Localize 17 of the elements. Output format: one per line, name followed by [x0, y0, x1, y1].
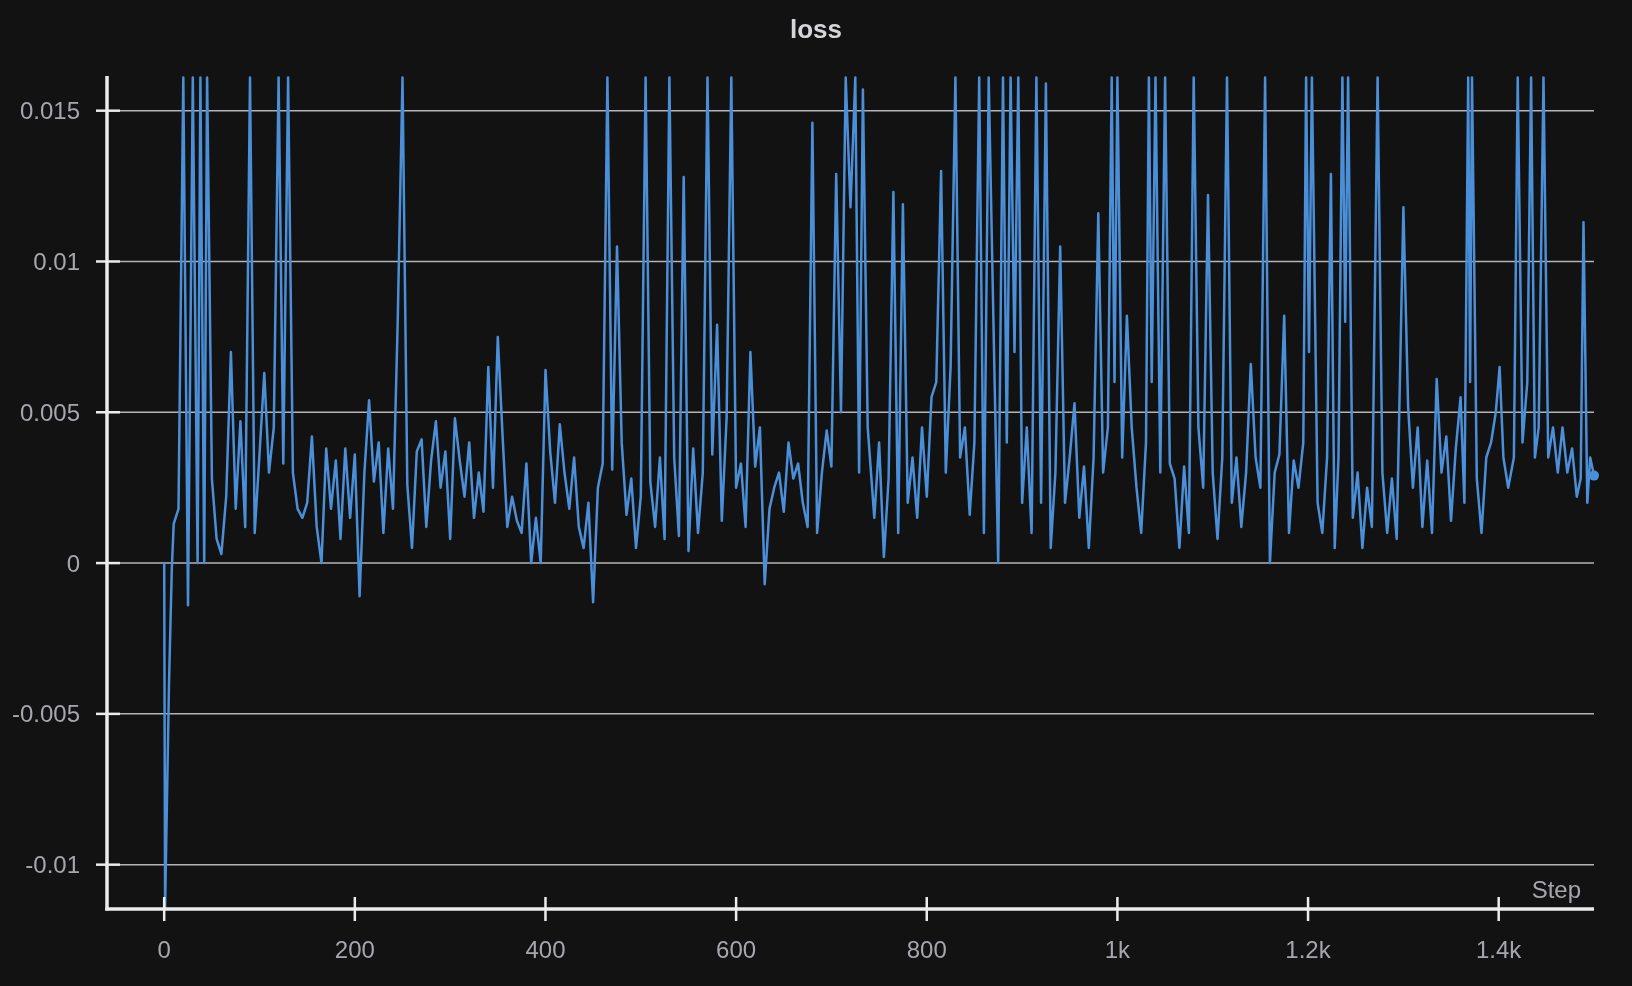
y-tick-label: 0 — [66, 549, 80, 577]
x-tick-label: 800 — [906, 936, 947, 963]
y-tick-label: 0.005 — [19, 398, 80, 426]
x-axis-title: Step — [1531, 876, 1581, 903]
x-tick-label: 400 — [525, 936, 566, 963]
x-tick-label: 1.4k — [1476, 936, 1522, 963]
chart-title: loss — [790, 14, 842, 46]
y-tick-label: -0.01 — [25, 851, 80, 879]
x-tick-label: 200 — [334, 936, 375, 963]
x-tick-label: 0 — [157, 936, 171, 963]
y-tick-label: 0.015 — [19, 97, 80, 125]
line-end-dot-icon — [1589, 470, 1599, 481]
x-tick-label: 600 — [716, 936, 757, 963]
y-tick-label: -0.005 — [11, 700, 80, 728]
y-tick-label: 0.01 — [33, 248, 80, 275]
x-tick-label: 1.2k — [1285, 936, 1331, 963]
x-tick-label: 1k — [1104, 936, 1131, 963]
